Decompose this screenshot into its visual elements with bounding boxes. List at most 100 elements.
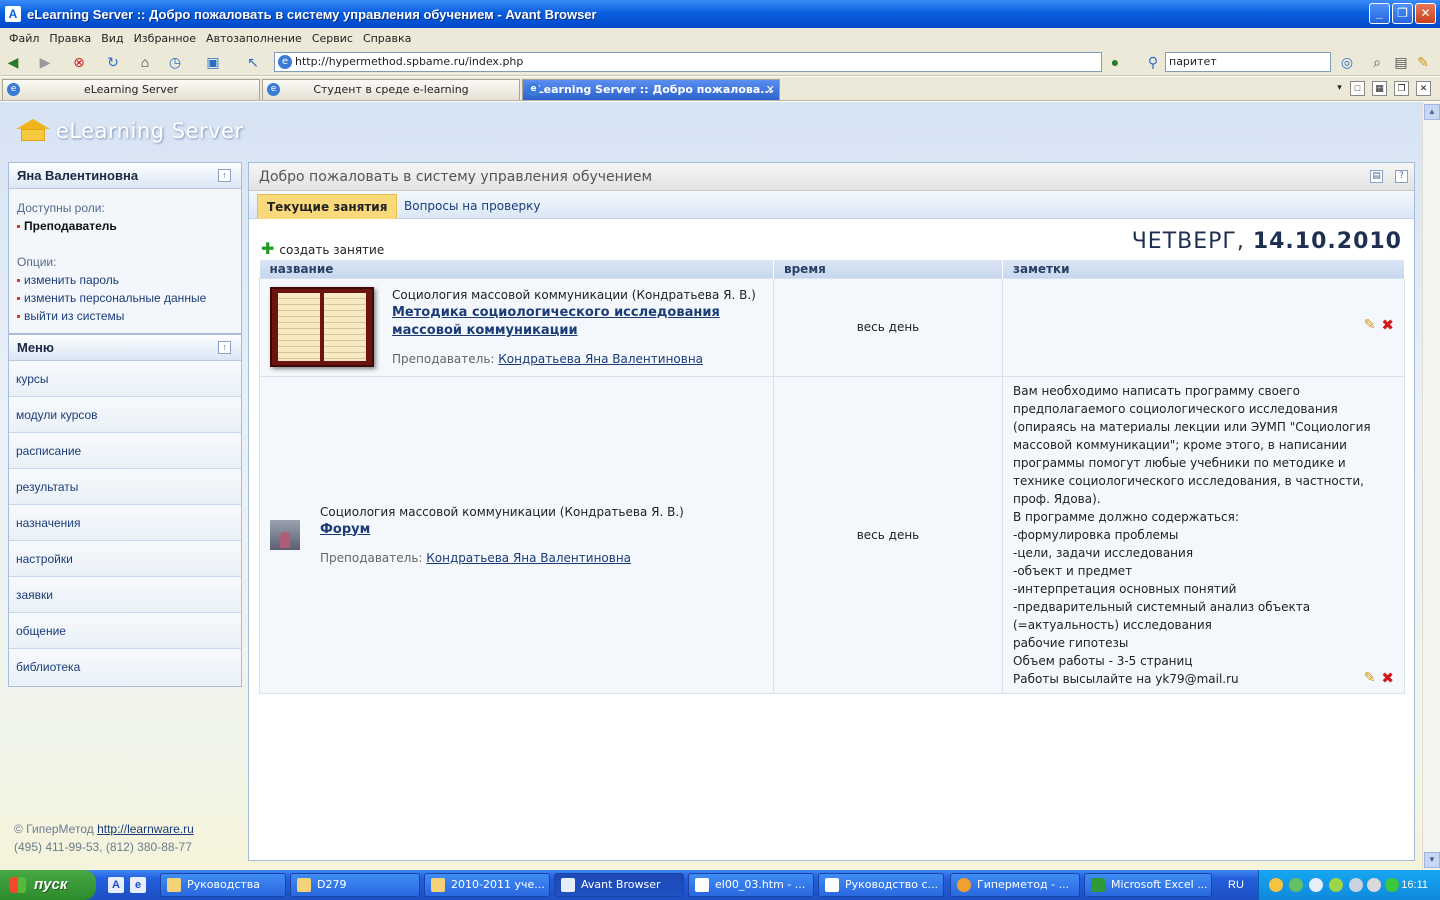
edit-icon[interactable]: ✎ [1364, 316, 1376, 334]
home-icon[interactable]: ⌂ [136, 53, 154, 71]
collapse-icon[interactable]: ↑ [218, 169, 231, 182]
menu-view[interactable]: Вид [96, 32, 128, 45]
search-input[interactable]: паритет [1165, 52, 1331, 72]
scroll-up-arrow[interactable]: ▲ [1424, 104, 1440, 120]
footer-link[interactable]: http://learnware.ru [97, 822, 194, 836]
tray-icon[interactable] [1329, 878, 1343, 892]
taskbar-item[interactable]: Microsoft Excel ... [1084, 873, 1212, 897]
column-header-notes[interactable]: заметки [1002, 260, 1405, 278]
scroll-down-arrow[interactable]: ▼ [1424, 852, 1440, 868]
menu-file[interactable]: Файл [4, 32, 44, 45]
browser-tab-3[interactable]: e eLearning Server :: Добро пожалова... … [522, 79, 780, 100]
taskbar-item[interactable]: 2010-2011 уче... [424, 873, 550, 897]
copyright: © ГиперМетод [14, 822, 94, 836]
tray-icon[interactable] [1309, 878, 1323, 892]
edit-icon[interactable]: ✎ [1364, 669, 1376, 687]
menu-item-library[interactable]: библиотека [9, 649, 241, 685]
role-item[interactable]: Преподаватель [17, 217, 233, 235]
history-icon[interactable]: ◷ [166, 53, 184, 71]
refresh-icon[interactable]: ↻ [104, 53, 122, 71]
quicklaunch-ie-icon[interactable]: e [130, 877, 146, 893]
search-engine-icon[interactable]: ◎ [1338, 53, 1356, 71]
address-bar[interactable]: e http://hypermethod.spbame.ru/index.php [274, 52, 1102, 72]
clean-icon[interactable]: ✎ [1414, 53, 1432, 71]
menu-item-assignments[interactable]: назначения [9, 505, 241, 541]
tab-current-lessons[interactable]: Текущие занятия [257, 194, 398, 219]
menu-item-course-modules[interactable]: модули курсов [9, 397, 241, 433]
taskbar-item[interactable]: el00_03.htm - ... [688, 873, 814, 897]
menu-item-schedule[interactable]: расписание [9, 433, 241, 469]
menu-item-courses[interactable]: курсы [9, 361, 241, 397]
minimize-button[interactable]: _ [1369, 3, 1390, 24]
search-icon[interactable]: ⚲ [1144, 53, 1162, 71]
tray-icon[interactable] [1349, 878, 1363, 892]
taskbar-item[interactable]: D279 [290, 873, 420, 897]
forward-icon[interactable]: ▶ [36, 53, 54, 71]
restore-button[interactable]: ❐ [1392, 3, 1413, 24]
collapse-icon[interactable]: ↑ [218, 341, 231, 354]
quicklaunch-avant-icon[interactable]: A [108, 877, 124, 893]
lesson-title-link[interactable]: Методика социологического исследования м… [392, 304, 773, 340]
column-header-time[interactable]: время [773, 260, 1003, 278]
logout-link[interactable]: выйти из системы [17, 307, 233, 325]
excel-icon [1091, 878, 1105, 892]
zoom-icon[interactable]: ⌕ [1368, 53, 1386, 71]
book-icon[interactable] [270, 287, 374, 367]
new-tab-icon[interactable]: □ [1350, 81, 1365, 96]
menu-item-results[interactable]: результаты [9, 469, 241, 505]
restore-tab-icon[interactable]: ❐ [1394, 81, 1409, 96]
teacher-link[interactable]: Кондратьева Яна Валентиновна [426, 551, 631, 565]
lesson-time: весь день [773, 277, 1003, 377]
stop-icon[interactable]: ⊗ [70, 53, 88, 71]
taskbar: пуск A e Руководства D279 2010-2011 уче.… [0, 870, 1440, 900]
tray-icon[interactable] [1289, 878, 1303, 892]
date: 14.10.2010 [1252, 229, 1402, 254]
language-indicator[interactable]: RU [1214, 870, 1258, 900]
menu-edit[interactable]: Правка [44, 32, 96, 45]
print-icon[interactable]: ▤ [1392, 53, 1410, 71]
tab-list-icon[interactable]: ▾ [1332, 81, 1347, 96]
create-lesson-link[interactable]: ✚ создать занятие [261, 239, 384, 258]
tray-icon[interactable] [1385, 878, 1399, 892]
back-icon[interactable]: ◀ [4, 53, 22, 71]
window-icon[interactable]: ▣ [204, 53, 222, 71]
change-password-link[interactable]: изменить пароль [17, 271, 233, 289]
menu-item-communication[interactable]: общение [9, 613, 241, 649]
menu-favorites[interactable]: Избранное [129, 32, 201, 45]
delete-icon[interactable]: ✖ [1381, 669, 1394, 687]
browser-tab-2[interactable]: e Студент в среде e-learning [262, 79, 520, 100]
close-all-tabs-icon[interactable]: ✕ [1416, 81, 1431, 96]
print-page-icon[interactable]: ▤ [1370, 170, 1383, 183]
menu-item-settings[interactable]: настройки [9, 541, 241, 577]
taskbar-item[interactable]: Гиперметод - ... [950, 873, 1080, 897]
taskbar-item-active[interactable]: Avant Browser [554, 873, 684, 897]
menu-tools[interactable]: Сервис [307, 32, 358, 45]
close-tab-icon[interactable]: ✕ [766, 80, 775, 99]
delete-icon[interactable]: ✖ [1381, 316, 1394, 334]
lesson-title-link[interactable]: Форум [320, 521, 684, 539]
forum-thumbnail[interactable] [270, 519, 300, 550]
user-panel: Яна Валентиновна ↑ Доступны роли: Препод… [8, 162, 242, 334]
taskbar-item[interactable]: Руководства [160, 873, 286, 897]
menu-autofill[interactable]: Автозаполнение [201, 32, 307, 45]
go-icon[interactable]: ● [1106, 53, 1124, 71]
taskbar-item[interactable]: Руководство с... [818, 873, 944, 897]
options-label: Опции: [17, 255, 57, 269]
start-button[interactable]: пуск [0, 870, 96, 900]
tile-tabs-icon[interactable]: ▦ [1372, 81, 1387, 96]
tray-icon[interactable] [1269, 878, 1283, 892]
browser-tab-1[interactable]: e eLearning Server [2, 79, 260, 100]
change-personal-data-link[interactable]: изменить персональные данные [17, 289, 233, 307]
page-scrollbar[interactable]: ▲ ▼ [1422, 102, 1440, 870]
menu-item-requests[interactable]: заявки [9, 577, 241, 613]
menu-help[interactable]: Справка [358, 32, 416, 45]
pointer-icon[interactable]: ↖ [244, 53, 262, 71]
help-icon[interactable]: ? [1395, 170, 1408, 183]
lesson-notes-cell: Вам необходимо написать программу своего… [1002, 375, 1405, 694]
site-logo[interactable]: eLearning Server [16, 116, 244, 146]
tab-questions-review[interactable]: Вопросы на проверку [395, 194, 550, 219]
tray-icon[interactable] [1367, 878, 1381, 892]
teacher-link[interactable]: Кондратьева Яна Валентиновна [498, 352, 703, 366]
close-window-button[interactable]: ✕ [1415, 3, 1436, 24]
column-header-name[interactable]: название [259, 260, 774, 278]
